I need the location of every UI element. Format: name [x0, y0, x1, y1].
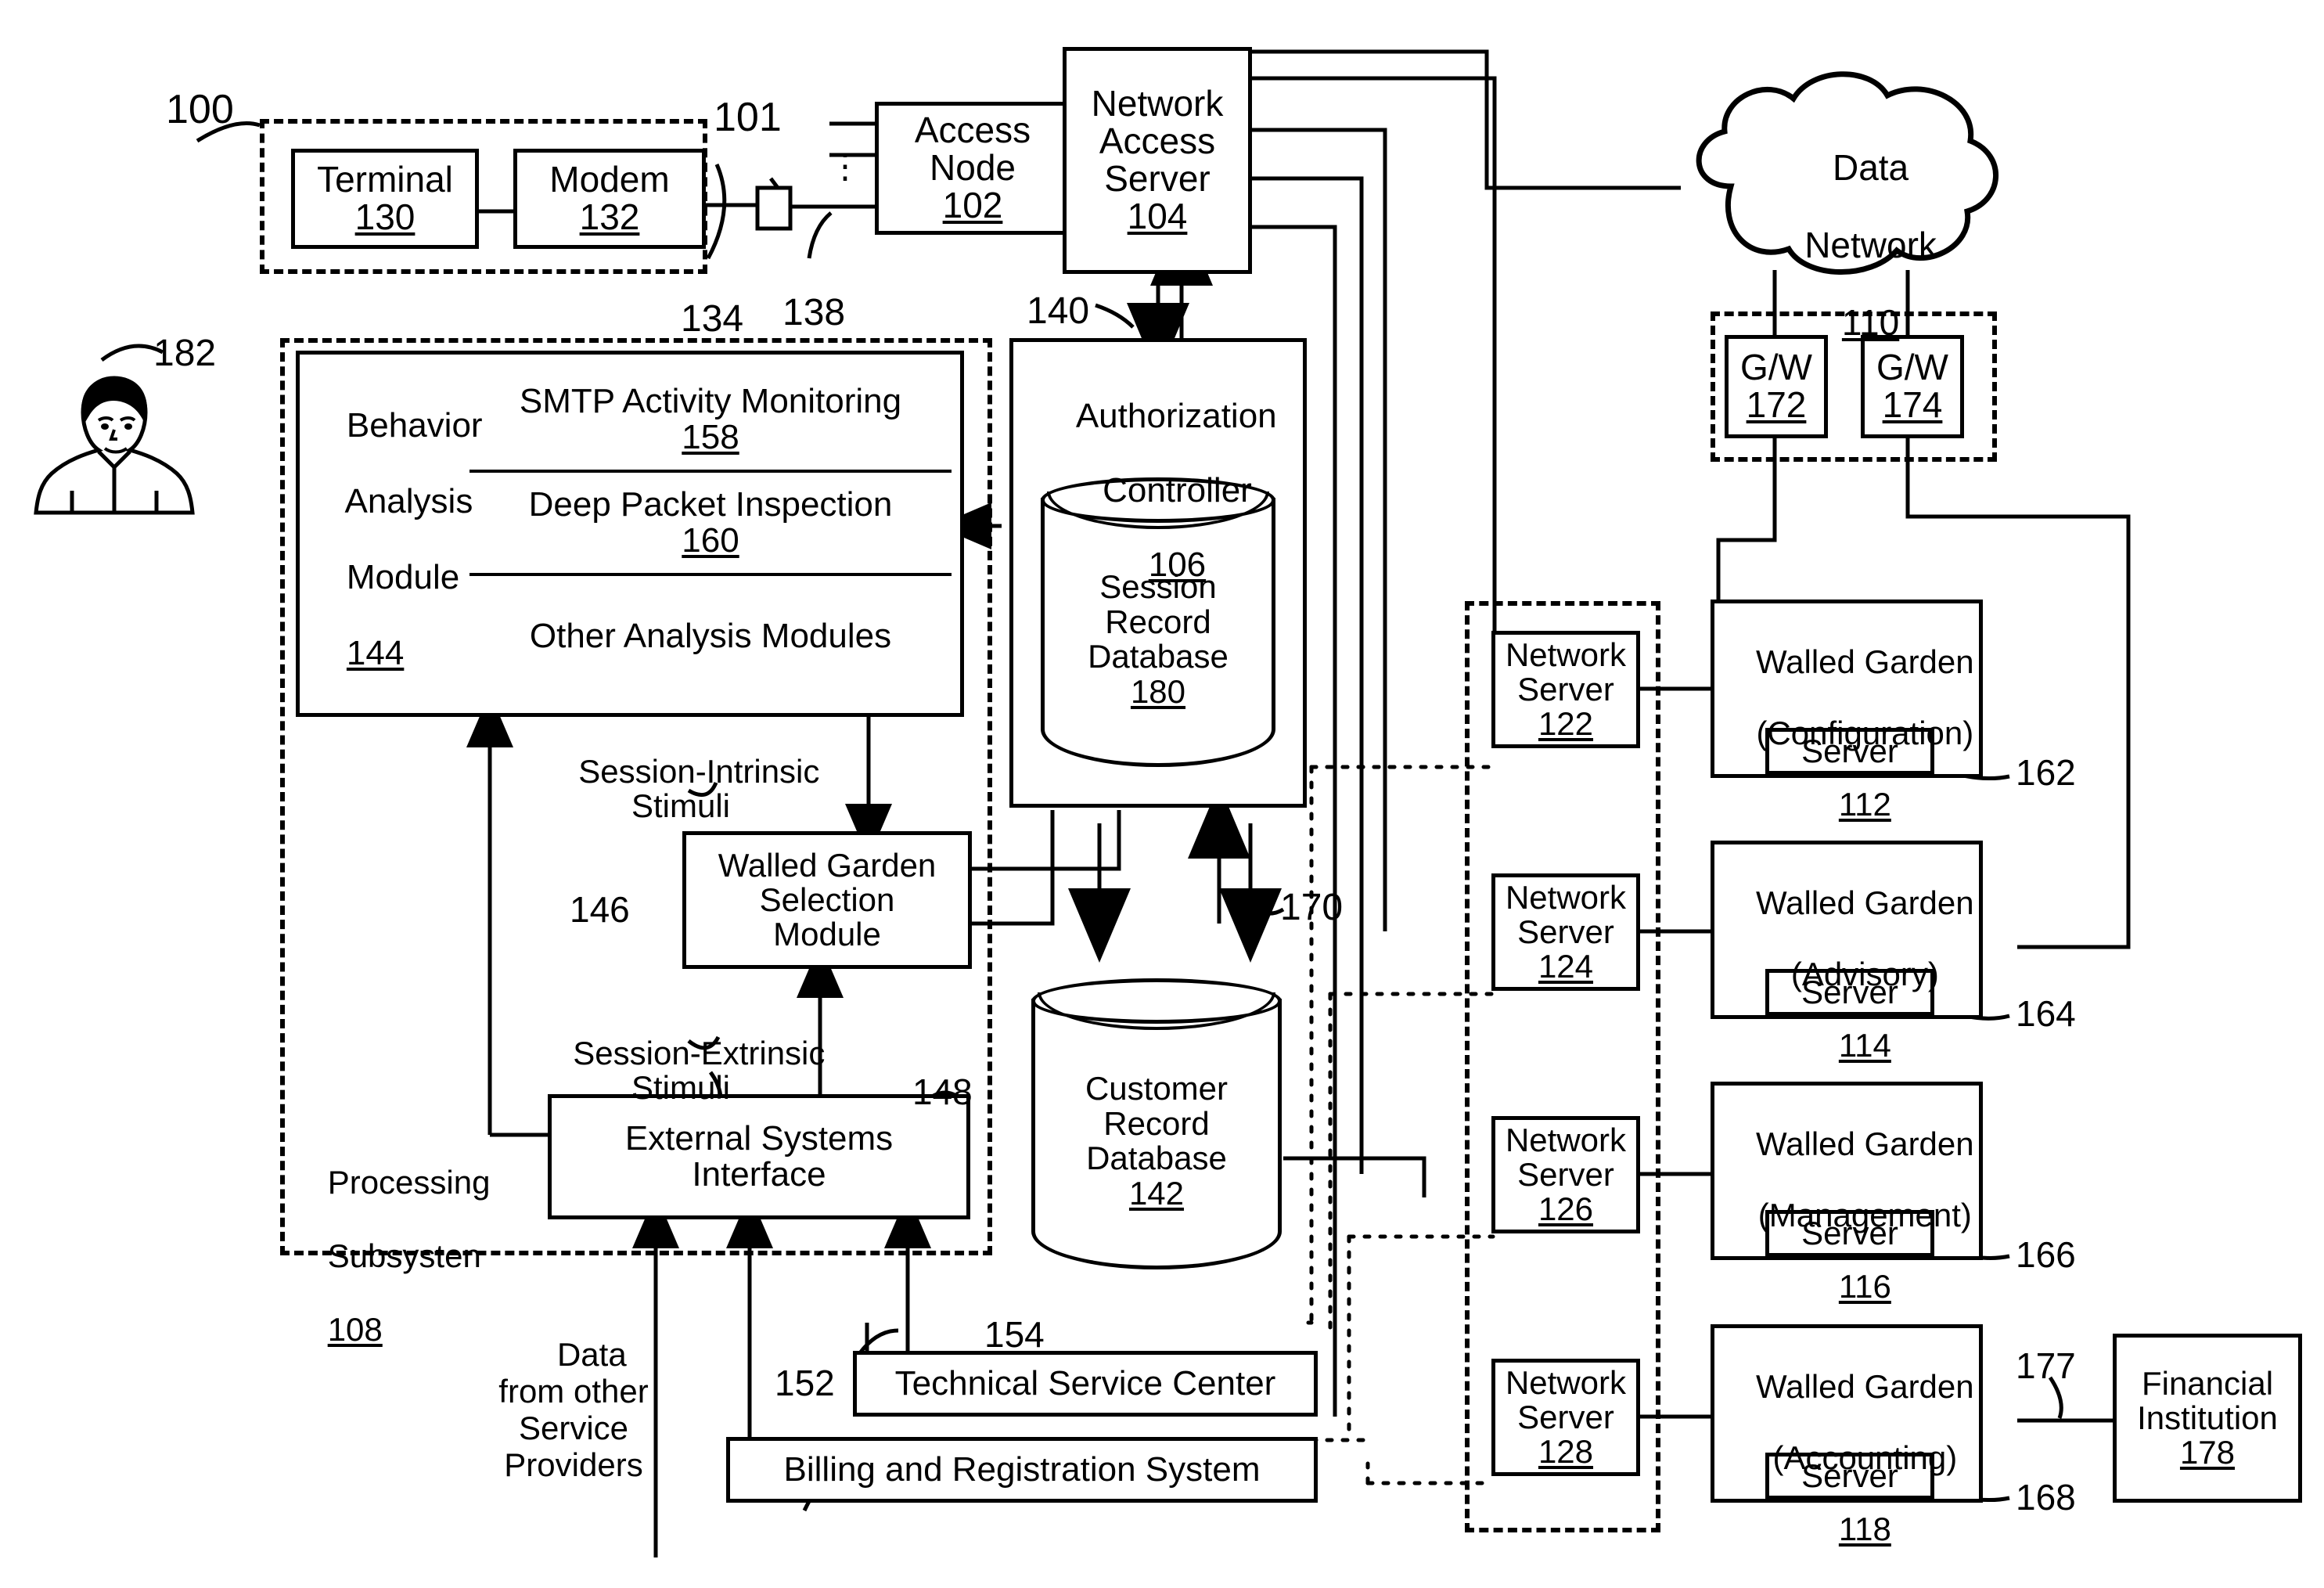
ref-134: 134 — [681, 298, 744, 340]
ref-154: 154 — [984, 1314, 1045, 1355]
customer-db-label: Customer Record Database 142 — [1085, 1070, 1229, 1212]
ref-138: 138 — [782, 292, 846, 333]
billing-title: Billing and Registration System — [783, 1450, 1261, 1489]
terminal-ref: 130 — [354, 196, 416, 237]
ns128-ref: 128 — [1538, 1432, 1594, 1470]
terminal-title: Terminal — [317, 159, 453, 200]
ref-182: 182 — [153, 333, 217, 374]
network-server-124-block[interactable]: Network Server 124 — [1491, 873, 1640, 991]
processing-subsystem-label: Processing Subsysten 108 — [327, 1164, 491, 1349]
behavior-analysis-module-label: Behavior Analysis Module 144 — [344, 406, 483, 672]
session-extrinsic-stimuli-label: Session-Extrinsic Stimuli — [573, 1035, 826, 1107]
ns124-line1: Network — [1505, 879, 1627, 916]
dpi-title: Deep Packet Inspection — [528, 485, 893, 524]
terminal-block[interactable]: Terminal 130 — [291, 149, 479, 249]
esi-line2: Interface — [692, 1155, 826, 1194]
ns126-line1: Network — [1505, 1122, 1627, 1159]
ref-177: 177 — [2016, 1345, 2076, 1386]
network-server-126-block[interactable]: Network Server 126 — [1491, 1116, 1640, 1233]
wg-management-label: Walled Garden (Management) 116 — [1756, 1125, 1974, 1305]
fi-line1: Financial — [2141, 1365, 2274, 1403]
ns122-line2: Server — [1517, 671, 1614, 708]
smtp-title: SMTP Activity Monitoring — [519, 382, 902, 421]
ns128-line1: Network — [1505, 1364, 1627, 1402]
nas-line2: Access — [1099, 121, 1216, 162]
ref-162: 162 — [2016, 752, 2076, 793]
nas-ref: 104 — [1127, 195, 1188, 236]
tsc-title: Technical Service Center — [894, 1364, 1276, 1403]
smtp-activity-monitoring-block[interactable]: SMTP Activity Monitoring 158 — [469, 369, 952, 470]
ns124-ref: 124 — [1538, 947, 1594, 985]
user-avatar-icon — [34, 376, 195, 515]
access-node-line2: Node — [930, 147, 1016, 189]
data-network-label: Data Network 110 — [1804, 146, 1937, 344]
ns122-line1: Network — [1505, 636, 1627, 674]
ref-148: 148 — [912, 1071, 973, 1112]
other-analysis-modules-block[interactable]: Other Analysis Modules — [469, 576, 952, 697]
deep-packet-inspection-block[interactable]: Deep Packet Inspection 160 — [469, 473, 952, 573]
access-node-block[interactable]: Access Node 102 — [875, 102, 1070, 235]
smtp-ref: 158 — [682, 418, 739, 456]
ref-140: 140 — [1027, 290, 1090, 332]
dpi-ref: 160 — [682, 521, 739, 560]
ns126-ref: 126 — [1538, 1190, 1594, 1227]
gw172-ref: 172 — [1746, 384, 1807, 425]
ns128-line2: Server — [1517, 1399, 1614, 1436]
wgsm-line3: Module — [773, 915, 881, 952]
ref-146: 146 — [570, 889, 630, 930]
ref-168: 168 — [2016, 1477, 2076, 1518]
wg-advisory-label: Walled Garden (Advisory) 114 — [1756, 884, 1974, 1064]
modem-title: Modem — [549, 159, 670, 200]
ref-170: 170 — [1280, 887, 1344, 928]
financial-institution-block[interactable]: Financial Institution 178 — [2113, 1334, 2302, 1503]
modem-block[interactable]: Modem 132 — [513, 149, 706, 249]
nas-line1: Network — [1091, 83, 1224, 124]
fi-line2: Institution — [2137, 1399, 2278, 1437]
technical-service-center-block[interactable]: Technical Service Center — [853, 1351, 1318, 1417]
wg-accounting-label: Walled Garden (Accounting) 118 — [1756, 1368, 1974, 1547]
network-server-128-block[interactable]: Network Server 128 — [1491, 1359, 1640, 1476]
ns122-ref: 122 — [1538, 704, 1594, 742]
access-node-ref: 102 — [942, 184, 1003, 225]
customer-record-database[interactable]: Customer Record Database 142 — [1031, 978, 1282, 1269]
authorization-controller-label: Authorization Controller 106 — [1075, 396, 1277, 584]
ns124-line2: Server — [1517, 913, 1614, 951]
ref-152: 152 — [775, 1363, 835, 1403]
network-server-122-block[interactable]: Network Server 122 — [1491, 631, 1640, 748]
divider-smtp-dpi — [469, 470, 952, 473]
ref-166: 166 — [2016, 1234, 2076, 1275]
wg-config-label: Walled Garden (Configuration) 112 — [1756, 643, 1974, 823]
nas-line3: Server — [1104, 158, 1211, 199]
data-other-providers-label: Data from other Service Providers — [498, 1336, 649, 1484]
wgsm-line2: Selection — [759, 881, 895, 919]
billing-registration-system-block[interactable]: Billing and Registration System — [726, 1437, 1318, 1503]
access-node-dots: ⋮ — [828, 147, 862, 185]
access-node-line1: Access — [914, 110, 1031, 151]
gw174-ref: 174 — [1882, 384, 1943, 425]
ref-100: 100 — [166, 87, 234, 132]
ref-101: 101 — [714, 95, 782, 140]
other-analysis-title: Other Analysis Modules — [529, 617, 892, 656]
network-access-server-block[interactable]: Network Access Server 104 — [1063, 47, 1252, 274]
modem-ref: 132 — [579, 196, 640, 237]
figure-canvas: Terminal 130 Modem 132 ⋮ Access Node 102… — [0, 0, 2324, 1588]
ns126-line2: Server — [1517, 1156, 1614, 1194]
ref-164: 164 — [2016, 993, 2076, 1034]
session-intrinsic-stimuli-label: Session-Intrinsic Stimuli — [578, 753, 820, 825]
fi-ref: 178 — [2179, 1433, 2236, 1471]
divider-dpi-other — [469, 573, 952, 576]
